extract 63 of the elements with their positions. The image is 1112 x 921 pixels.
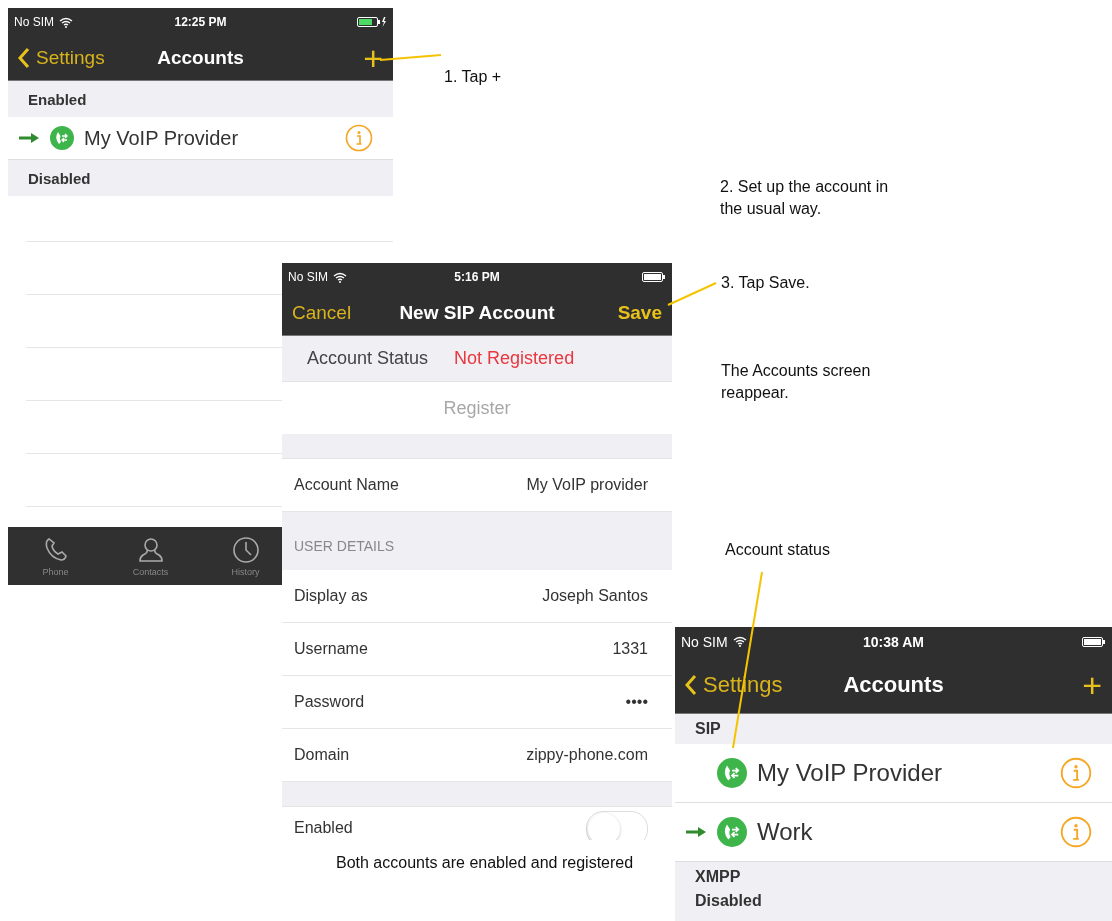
chevron-left-icon: [18, 47, 30, 69]
account-name: My VoIP Provider: [757, 759, 943, 787]
form-row[interactable]: Password ••••: [282, 676, 672, 729]
account-row[interactable]: Work: [675, 803, 1112, 862]
info-icon: [345, 124, 373, 152]
field-label: Display as: [294, 587, 368, 605]
field-label: Enabled: [294, 819, 353, 837]
phone-account-icon: [717, 817, 747, 847]
tab-label[interactable]: Contacts: [132, 566, 169, 577]
field-value: My VoIP provider: [526, 476, 648, 494]
form-row[interactable]: Username 1331: [282, 623, 672, 676]
phone-account-icon: [50, 126, 74, 150]
time-label: 5:16 PM: [454, 270, 500, 284]
form-row[interactable]: Account Name My VoIP provider: [282, 459, 672, 512]
group-header: USER DETAILS: [294, 538, 395, 554]
status-value: Not Registered: [454, 348, 575, 369]
info-icon: [1060, 757, 1092, 789]
screen-title: Accounts: [157, 47, 244, 69]
account-name: My VoIP Provider: [84, 126, 240, 150]
field-value: ••••: [625, 693, 648, 711]
wifi-icon: [59, 16, 73, 28]
chevron-left-icon: [685, 673, 697, 696]
leader-line: [667, 282, 717, 306]
phone-account-icon: [717, 758, 747, 788]
field-value: 1331: [612, 640, 648, 658]
screen-title: Accounts: [843, 671, 944, 698]
tab-label[interactable]: Phone: [42, 566, 69, 577]
add-button[interactable]: +: [1082, 667, 1102, 702]
account-row[interactable]: My VoIP Provider: [675, 744, 1112, 803]
field-value: Joseph Santos: [542, 587, 648, 605]
carrier-label: No SIM: [14, 15, 54, 29]
back-button[interactable]: Cancel: [292, 302, 352, 324]
field-label: Domain: [294, 746, 350, 764]
tab-label[interactable]: History: [231, 566, 260, 577]
screen-title: New SIP Account: [399, 302, 555, 324]
account-name: Work: [757, 818, 814, 846]
carrier-label: No SIM: [681, 633, 728, 650]
info-icon: [1060, 816, 1092, 848]
carrier-label: No SIM: [288, 270, 328, 284]
time-label: 10:38 AM: [863, 633, 924, 650]
callout-text: Both accounts are enabled and registered: [336, 853, 635, 873]
field-label: Username: [294, 640, 368, 658]
field-label: Account Name: [294, 476, 399, 494]
callout-text: The Accounts screen reappear.: [721, 361, 872, 404]
add-button[interactable]: +: [363, 41, 383, 75]
clock-icon: [231, 535, 260, 564]
wifi-icon: [732, 636, 747, 647]
field-label: Password: [294, 693, 365, 711]
save-button[interactable]: Save: [617, 302, 662, 324]
callout-text: 1. Tap +: [444, 67, 502, 87]
status-label: Account Status: [307, 348, 429, 369]
time-label: 12:25 PM: [174, 15, 227, 29]
toggle-switch[interactable]: [586, 811, 648, 840]
callout-text: 2. Set up the account in the usual way.: [720, 177, 890, 220]
form-row[interactable]: Domain zippy-phone.com: [282, 729, 672, 782]
person-icon: [136, 535, 165, 564]
field-value: zippy-phone.com: [526, 746, 648, 764]
back-button[interactable]: Settings: [18, 47, 105, 69]
account-row[interactable]: My VoIP Provider: [8, 117, 393, 160]
callout-text: 3. Tap Save.: [721, 273, 810, 293]
callout-text: Account status: [725, 540, 830, 560]
form-row[interactable]: Display as Joseph Santos: [282, 570, 672, 623]
wifi-icon: [333, 271, 347, 283]
